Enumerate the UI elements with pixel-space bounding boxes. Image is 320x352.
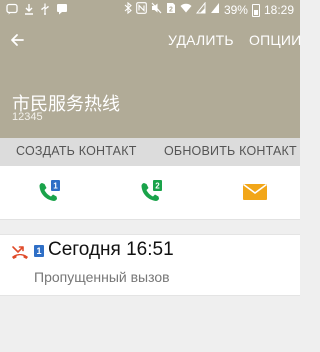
battery-icon <box>251 3 260 17</box>
call-type: Пропущенный вызов <box>34 269 170 285</box>
contact-number: 12345 <box>12 111 43 123</box>
call-time: Сегодня 16:51 <box>48 239 174 260</box>
notification-icons <box>6 3 68 19</box>
create-contact-button[interactable]: СОЗДАТЬ КОНТАКТ <box>16 144 137 158</box>
message-button[interactable] <box>242 182 272 212</box>
nfc-icon <box>136 2 147 18</box>
options-button[interactable]: ОПЦИИ <box>249 32 301 48</box>
download-icon <box>24 3 34 19</box>
update-contact-button[interactable]: ОБНОВИТЬ КОНТАКТ <box>164 144 297 158</box>
phone-sim2-icon: 2 <box>141 180 162 201</box>
signal-1-icon <box>195 1 206 18</box>
sim1-badge: 1 <box>53 182 58 191</box>
svg-text:2: 2 <box>169 7 173 14</box>
sim-badge: 1 <box>34 245 44 257</box>
usb-icon <box>40 3 50 19</box>
clock: 18:29 <box>263 3 294 17</box>
mute-icon <box>151 2 162 18</box>
back-button[interactable] <box>6 26 30 54</box>
signal-2-icon <box>210 2 220 18</box>
message-icon <box>56 3 68 19</box>
contact-header: 2 39% 18:29 УДАЛИТЬ ОПЦИИ 市民服务热线 12345 <box>0 0 301 138</box>
envelope-icon <box>243 183 267 200</box>
bluetooth-icon <box>124 1 132 18</box>
messenger-icon <box>6 3 18 19</box>
phone-sim1-icon: 1 <box>39 180 60 201</box>
system-icons: 2 39% 18:29 <box>124 1 294 18</box>
status-bar: 2 39% 18:29 <box>0 0 300 20</box>
back-arrow-icon <box>11 34 24 46</box>
contact-action-bar: СОЗДАТЬ КОНТАКТ ОБНОВИТЬ КОНТАКТ <box>0 138 300 166</box>
app-bar: УДАЛИТЬ ОПЦИИ <box>0 22 301 58</box>
quick-actions: 1 2 <box>0 166 300 220</box>
sim-2-icon: 2 <box>166 2 176 18</box>
call-sim1-button[interactable]: 1 <box>36 178 66 208</box>
call-sim2-button[interactable]: 2 <box>138 178 168 208</box>
missed-call-icon <box>11 244 29 260</box>
sim2-badge: 2 <box>155 182 160 191</box>
battery-percent: 39% <box>223 3 248 17</box>
delete-button[interactable]: УДАЛИТЬ <box>168 32 234 48</box>
call-history-item[interactable]: 1 Сегодня 16:51 Пропущенный вызов <box>0 234 300 296</box>
wifi-icon <box>180 2 192 18</box>
